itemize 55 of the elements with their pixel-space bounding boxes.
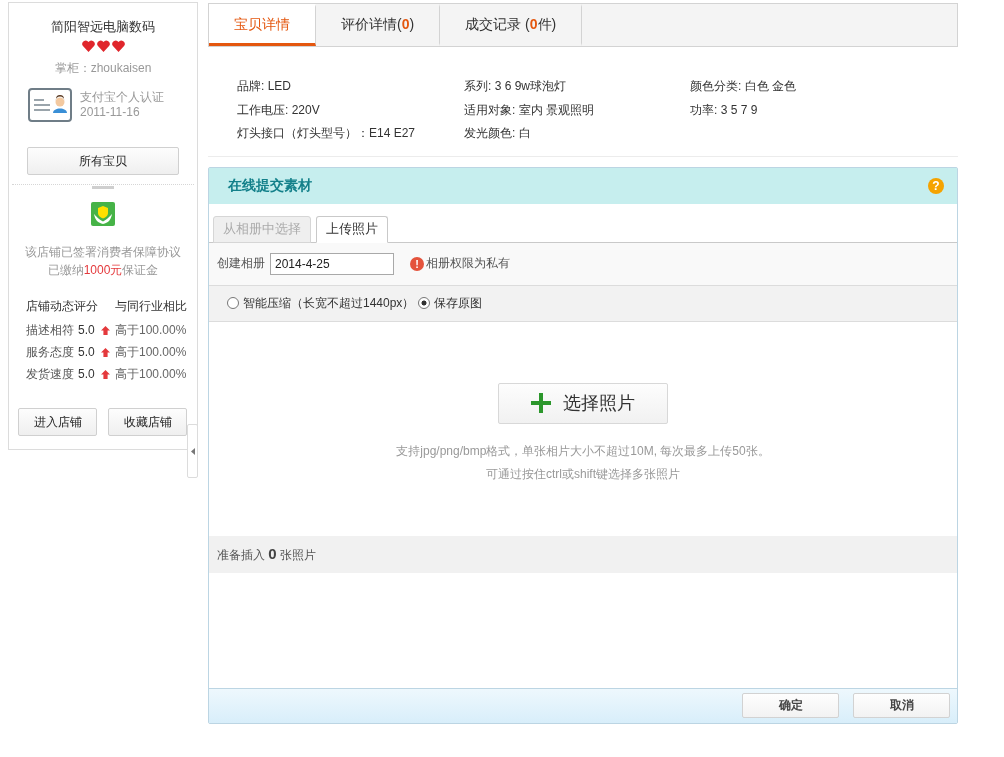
upload-hint: 可通过按住ctrl或shift键选择多张照片 (486, 465, 680, 483)
spec-text: 功率: 3 5 7 9 (690, 101, 759, 119)
tab[interactable]: 评价详情(0) (316, 4, 441, 46)
collapse-handle[interactable] (187, 424, 198, 478)
plus-icon (531, 393, 551, 413)
favorite-shop-button[interactable]: 收藏店铺 (108, 408, 187, 436)
shop-name: 简阳智远电脑数码 (51, 18, 155, 36)
guarantee-text: 该店铺已签署消费者保障协议 (25, 244, 181, 261)
radio-button[interactable] (418, 297, 431, 309)
radio-button[interactable] (227, 297, 239, 309)
guarantee-text: 已缴纳1000元保证金 (46, 262, 160, 279)
alert-icon: ! (410, 256, 424, 271)
heart-icon (111, 40, 125, 52)
rating-label: 服务态度 (26, 344, 75, 361)
hands-shield-icon (91, 202, 115, 226)
rating-score: 5.0 (78, 367, 96, 381)
confirm-button[interactable]: 确定 (742, 693, 839, 718)
ready-count-text: 准备插入 0 张照片 (217, 544, 317, 564)
all-items-button[interactable]: 所有宝贝 (27, 147, 179, 175)
spec-text: 灯头接口（灯头型号）：E14 E27 (237, 125, 417, 142)
rating-comparison: 高于100.00% (115, 321, 187, 339)
comparison-header: 与同行业相比 (115, 298, 187, 315)
heart-icon (96, 40, 110, 52)
certification-title: 支付宝个人认证 (80, 90, 164, 105)
certification-date: 2011-11-16 (80, 105, 141, 120)
tab[interactable]: 成交记录 (0件) (440, 4, 583, 46)
rating-header: 店铺动态评分 (26, 298, 99, 315)
privacy-notice: 相册权限为私有 (426, 255, 510, 272)
rating-score: 5.0 (78, 323, 96, 337)
spec-text: 工作电压: 220V (237, 101, 321, 119)
rating-comparison: 高于100.00% (115, 343, 187, 361)
subtab[interactable]: 上传照片 (316, 215, 388, 243)
cancel-button[interactable]: 取消 (853, 693, 950, 718)
panel-title: 在线提交素材 (228, 176, 312, 195)
rating-label: 发货速度 (26, 366, 75, 383)
radio-label[interactable]: 智能压缩（长宽不超过1440px） (243, 294, 415, 312)
enter-shop-button[interactable]: 进入店铺 (18, 408, 97, 436)
select-photos-button[interactable]: 选择照片 (498, 382, 668, 424)
upload-hint: 支持jpg/png/bmp格式，单张相片大小不超过10M, 每次最多上传50张。 (396, 442, 770, 460)
rating-comparison: 高于100.00% (115, 365, 187, 383)
radio-label[interactable]: 保存原图 (434, 294, 483, 312)
spec-text: 发光颜色: 白 (464, 125, 532, 142)
spec-text: 颜色分类: 白色 金色 (690, 78, 797, 95)
spec-text: 系列: 3 6 9w球泡灯 (464, 78, 568, 95)
spec-text: 品牌: LED (237, 78, 292, 95)
album-name-input[interactable]: 2014-4-25 (270, 252, 394, 275)
caret-left-icon (190, 447, 195, 455)
heart-icon (81, 40, 95, 52)
album-label: 创建相册 (217, 255, 265, 272)
id-card-icon (28, 88, 72, 122)
rating-score: 5.0 (78, 345, 96, 359)
owner-name: 掌柜：zhoukaisen (54, 60, 152, 76)
tab[interactable]: 宝贝详情 (209, 4, 316, 46)
spec-text: 适用对象: 室内 景观照明 (464, 101, 595, 119)
rating-label: 描述相符 (26, 322, 75, 339)
